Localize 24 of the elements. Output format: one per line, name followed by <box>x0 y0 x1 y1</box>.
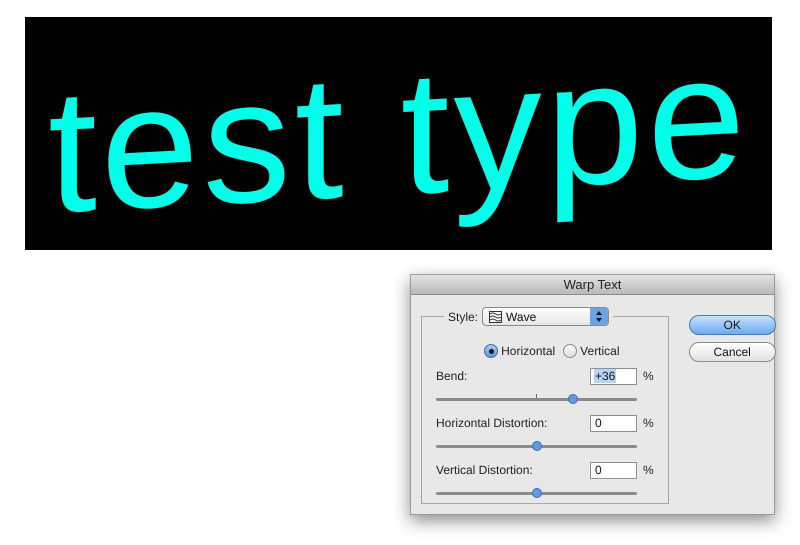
percent-label: % <box>643 415 654 432</box>
parameter-label: Vertical Distortion: <box>436 462 534 479</box>
style-dropdown[interactable]: Wave <box>482 307 610 326</box>
percent-label: % <box>643 368 654 385</box>
value-field[interactable]: 0 <box>590 462 637 478</box>
style-label: Style: <box>448 308 478 326</box>
stepper-icon <box>590 308 608 325</box>
wave-icon <box>489 310 502 322</box>
value-field[interactable]: +36 <box>590 368 637 384</box>
radio-label: Vertical <box>580 343 620 360</box>
radio-button[interactable] <box>563 344 578 358</box>
radio-button[interactable] <box>484 344 498 358</box>
slider-thumb[interactable] <box>532 441 542 451</box>
warped-text: test type <box>48 27 750 240</box>
slider-thumb[interactable] <box>532 488 542 498</box>
window-title: Warp Text <box>564 276 622 294</box>
dialog-button[interactable]: OK <box>688 315 776 335</box>
radio-label: Horizontal <box>501 343 556 360</box>
parameter-label: Horizontal Distortion: <box>436 415 548 432</box>
dialog-button[interactable]: Cancel <box>688 342 776 362</box>
percent-label: % <box>643 462 654 479</box>
slider-thumb[interactable] <box>568 394 578 404</box>
value-field[interactable]: 0 <box>590 414 637 432</box>
parameter-label: Bend: <box>436 368 468 385</box>
